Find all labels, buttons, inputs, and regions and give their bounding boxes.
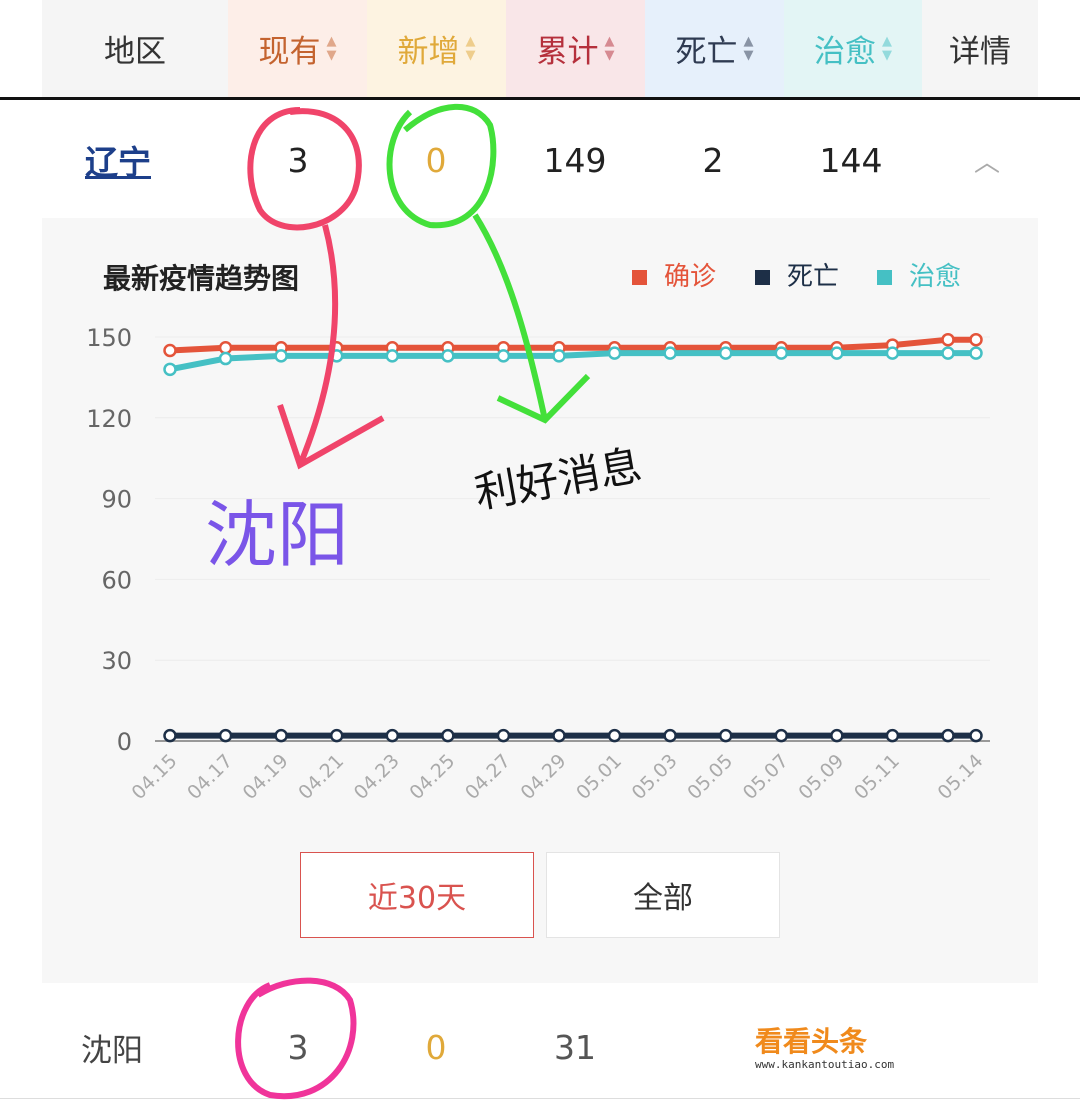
watermark-brand: 看看头条 [755,1025,868,1058]
data-point [329,728,344,743]
x-tick-label: 05.11 [850,750,904,804]
y-tick-label: 90 [101,486,132,514]
y-tick-label: 30 [101,647,132,675]
data-point [441,349,455,363]
legend-swatch [632,270,647,285]
x-tick-label: 04.17 [183,750,237,804]
legend-swatch [877,270,892,285]
data-point [385,349,400,363]
data-point [969,346,983,360]
x-tick-label: 04.23 [350,750,404,804]
data-point [718,728,733,743]
x-tick-label: 05.14 [934,750,988,804]
data-point [663,346,677,360]
x-tick-label: 04.25 [405,750,459,804]
series-line [169,350,976,373]
data-point [774,728,789,743]
data-point [329,349,344,363]
data-point [218,728,233,743]
data-point [496,728,511,743]
data-point [385,728,400,743]
legend-swatch [755,270,770,285]
data-point [163,343,177,358]
trend-chart: 最新疫情趋势图 0 30 60 90 120 150 04.15 04.17 04.19 04.21… [86,262,990,804]
x-tick-label: 04.27 [461,750,515,804]
data-point [941,332,955,347]
range-all-button[interactable]: 全部 [546,852,780,938]
series-line [169,336,976,354]
city-new-count: 0 [425,1028,447,1067]
city-total-count: 31 [554,1028,596,1067]
legend-label: 治愈 [909,262,961,292]
data-point [163,728,177,743]
data-point [663,728,677,743]
data-point [830,346,844,360]
data-point [718,346,733,360]
data-point [885,346,900,360]
watermark-url: www.kankantoutiao.com [755,1058,895,1071]
data-point [607,728,622,743]
data-point [830,728,844,743]
city-name: 沈阳 [81,1033,143,1069]
legend-label: 确诊 [664,262,716,292]
row-divider [0,1098,1080,1099]
data-point [969,332,983,347]
data-point [218,351,233,366]
x-tick-label: 05.01 [572,750,626,804]
watermark-logo: 看看头条 www.kankantoutiao.com [755,1025,895,1072]
range-30-days-button[interactable]: 近30天 [300,852,534,938]
data-point [607,346,622,360]
x-tick-label: 04.19 [239,750,293,804]
x-tick-label: 04.21 [294,750,348,804]
data-point [274,728,288,743]
x-tick-label: 05.05 [683,750,737,804]
legend-label: 死亡 [787,262,839,292]
y-tick-label: 0 [117,728,132,756]
x-tick-label: 05.09 [794,750,848,804]
x-tick-label: 05.07 [739,750,793,804]
data-point [552,728,566,743]
data-point [885,728,900,743]
data-point [274,349,288,363]
x-tick-label: 05.03 [628,750,682,804]
data-point [941,346,955,360]
y-tick-label: 120 [86,405,132,433]
y-tick-label: 150 [86,324,132,352]
data-point [552,349,566,363]
x-tick-label: 04.15 [128,750,182,804]
x-tick-label: 04.29 [517,750,571,804]
city-current-count: 3 [287,1028,309,1067]
data-point [218,341,233,355]
data-point [163,362,177,377]
data-point [774,346,789,360]
data-point [941,728,955,743]
data-point [969,728,983,743]
data-point [496,349,511,363]
data-point [441,728,455,743]
y-tick-label: 60 [101,566,132,594]
chart-title: 最新疫情趋势图 [103,262,299,295]
